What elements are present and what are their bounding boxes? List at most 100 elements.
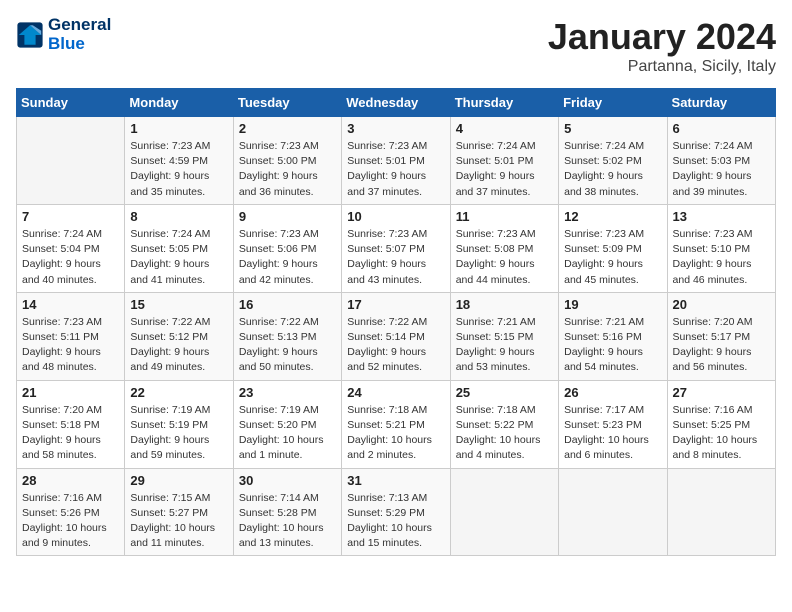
day-cell: 4 Sunrise: 7:24 AM Sunset: 5:01 PM Daylig…: [450, 117, 558, 205]
day-number: 31: [347, 473, 444, 488]
weekday-sunday: Sunday: [17, 89, 125, 117]
day-number: 24: [347, 385, 444, 400]
day-info: Sunrise: 7:15 AM Sunset: 5:27 PM Dayligh…: [130, 491, 227, 552]
title-block: January 2024 Partanna, Sicily, Italy: [548, 16, 776, 76]
day-info: Sunrise: 7:19 AM Sunset: 5:19 PM Dayligh…: [130, 403, 227, 464]
day-info: Sunrise: 7:22 AM Sunset: 5:12 PM Dayligh…: [130, 315, 227, 376]
day-cell: 21 Sunrise: 7:20 AM Sunset: 5:18 PM Dayli…: [17, 380, 125, 468]
day-cell: 14 Sunrise: 7:23 AM Sunset: 5:11 PM Dayli…: [17, 292, 125, 380]
weekday-header-row: SundayMondayTuesdayWednesdayThursdayFrid…: [17, 89, 776, 117]
day-info: Sunrise: 7:23 AM Sunset: 5:07 PM Dayligh…: [347, 227, 444, 288]
day-number: 8: [130, 209, 227, 224]
day-cell: 7 Sunrise: 7:24 AM Sunset: 5:04 PM Daylig…: [17, 204, 125, 292]
day-info: Sunrise: 7:21 AM Sunset: 5:15 PM Dayligh…: [456, 315, 553, 376]
day-number: 28: [22, 473, 119, 488]
day-number: 25: [456, 385, 553, 400]
calendar-table: SundayMondayTuesdayWednesdayThursdayFrid…: [16, 88, 776, 556]
day-cell: 2Sunrise: 7:23 AM Sunset: 5:00 PM Daylig…: [233, 117, 341, 205]
day-cell: 11Sunrise: 7:23 AM Sunset: 5:08 PM Dayli…: [450, 204, 558, 292]
day-cell: 13 Sunrise: 7:23 AM Sunset: 5:10 PM Dayli…: [667, 204, 775, 292]
day-number: 23: [239, 385, 336, 400]
day-cell: [17, 117, 125, 205]
day-info: Sunrise: 7:18 AM Sunset: 5:21 PM Dayligh…: [347, 403, 444, 464]
day-info: Sunrise: 7:23 AM Sunset: 5:10 PM Dayligh…: [673, 227, 770, 288]
day-info: Sunrise: 7:23 AM Sunset: 4:59 PM Dayligh…: [130, 139, 227, 200]
day-cell: 12 Sunrise: 7:23 AM Sunset: 5:09 PM Dayli…: [559, 204, 667, 292]
day-info: Sunrise: 7:18 AM Sunset: 5:22 PM Dayligh…: [456, 403, 553, 464]
day-number: 30: [239, 473, 336, 488]
day-cell: 22 Sunrise: 7:19 AM Sunset: 5:19 PM Dayli…: [125, 380, 233, 468]
day-info: Sunrise: 7:17 AM Sunset: 5:23 PM Dayligh…: [564, 403, 661, 464]
day-cell: 29 Sunrise: 7:15 AM Sunset: 5:27 PM Dayli…: [125, 468, 233, 556]
day-cell: 17 Sunrise: 7:22 AM Sunset: 5:14 PM Dayli…: [342, 292, 450, 380]
day-cell: 16 Sunrise: 7:22 AM Sunset: 5:13 PM Dayli…: [233, 292, 341, 380]
day-number: 26: [564, 385, 661, 400]
day-cell: 25 Sunrise: 7:18 AM Sunset: 5:22 PM Dayli…: [450, 380, 558, 468]
day-number: 9: [239, 209, 336, 224]
day-info: Sunrise: 7:24 AM Sunset: 5:05 PM Dayligh…: [130, 227, 227, 288]
weekday-saturday: Saturday: [667, 89, 775, 117]
day-info: Sunrise: 7:23 AM Sunset: 5:08 PM Dayligh…: [456, 227, 553, 288]
day-info: Sunrise: 7:13 AM Sunset: 5:29 PM Dayligh…: [347, 491, 444, 552]
weekday-tuesday: Tuesday: [233, 89, 341, 117]
weekday-monday: Monday: [125, 89, 233, 117]
day-info: Sunrise: 7:24 AM Sunset: 5:01 PM Dayligh…: [456, 139, 553, 200]
day-info: Sunrise: 7:14 AM Sunset: 5:28 PM Dayligh…: [239, 491, 336, 552]
day-number: 19: [564, 297, 661, 312]
day-number: 29: [130, 473, 227, 488]
day-info: Sunrise: 7:24 AM Sunset: 5:04 PM Dayligh…: [22, 227, 119, 288]
day-cell: 26 Sunrise: 7:17 AM Sunset: 5:23 PM Dayli…: [559, 380, 667, 468]
day-number: 15: [130, 297, 227, 312]
day-cell: 15 Sunrise: 7:22 AM Sunset: 5:12 PM Dayli…: [125, 292, 233, 380]
day-number: 21: [22, 385, 119, 400]
day-number: 4: [456, 121, 553, 136]
day-info: Sunrise: 7:21 AM Sunset: 5:16 PM Dayligh…: [564, 315, 661, 376]
day-info: Sunrise: 7:24 AM Sunset: 5:02 PM Dayligh…: [564, 139, 661, 200]
day-info: Sunrise: 7:22 AM Sunset: 5:13 PM Dayligh…: [239, 315, 336, 376]
day-info: Sunrise: 7:23 AM Sunset: 5:09 PM Dayligh…: [564, 227, 661, 288]
day-cell: 31 Sunrise: 7:13 AM Sunset: 5:29 PM Dayli…: [342, 468, 450, 556]
day-info: Sunrise: 7:16 AM Sunset: 5:25 PM Dayligh…: [673, 403, 770, 464]
day-number: 20: [673, 297, 770, 312]
day-info: Sunrise: 7:22 AM Sunset: 5:14 PM Dayligh…: [347, 315, 444, 376]
week-row-3: 14 Sunrise: 7:23 AM Sunset: 5:11 PM Dayli…: [17, 292, 776, 380]
logo-icon: [16, 21, 44, 49]
weekday-thursday: Thursday: [450, 89, 558, 117]
day-cell: 23 Sunrise: 7:19 AM Sunset: 5:20 PM Dayli…: [233, 380, 341, 468]
day-number: 16: [239, 297, 336, 312]
day-cell: 18Sunrise: 7:21 AM Sunset: 5:15 PM Dayli…: [450, 292, 558, 380]
day-info: Sunrise: 7:23 AM Sunset: 5:00 PM Dayligh…: [239, 139, 336, 200]
day-cell: [559, 468, 667, 556]
day-info: Sunrise: 7:16 AM Sunset: 5:26 PM Dayligh…: [22, 491, 119, 552]
day-number: 1: [130, 121, 227, 136]
day-number: 14: [22, 297, 119, 312]
day-number: 12: [564, 209, 661, 224]
day-cell: 28 Sunrise: 7:16 AM Sunset: 5:26 PM Dayli…: [17, 468, 125, 556]
day-number: 13: [673, 209, 770, 224]
day-cell: 9 Sunrise: 7:23 AM Sunset: 5:06 PM Daylig…: [233, 204, 341, 292]
day-info: Sunrise: 7:23 AM Sunset: 5:06 PM Dayligh…: [239, 227, 336, 288]
day-number: 27: [673, 385, 770, 400]
day-info: Sunrise: 7:20 AM Sunset: 5:18 PM Dayligh…: [22, 403, 119, 464]
day-cell: [450, 468, 558, 556]
day-cell: 6Sunrise: 7:24 AM Sunset: 5:03 PM Daylig…: [667, 117, 775, 205]
day-info: Sunrise: 7:23 AM Sunset: 5:01 PM Dayligh…: [347, 139, 444, 200]
week-row-4: 21 Sunrise: 7:20 AM Sunset: 5:18 PM Dayli…: [17, 380, 776, 468]
day-info: Sunrise: 7:20 AM Sunset: 5:17 PM Dayligh…: [673, 315, 770, 376]
day-cell: [667, 468, 775, 556]
day-number: 22: [130, 385, 227, 400]
day-info: Sunrise: 7:24 AM Sunset: 5:03 PM Dayligh…: [673, 139, 770, 200]
day-number: 3: [347, 121, 444, 136]
month-title: January 2024: [548, 16, 776, 58]
day-info: Sunrise: 7:23 AM Sunset: 5:11 PM Dayligh…: [22, 315, 119, 376]
day-info: Sunrise: 7:19 AM Sunset: 5:20 PM Dayligh…: [239, 403, 336, 464]
calendar-body: 1 Sunrise: 7:23 AM Sunset: 4:59 PM Daylig…: [17, 117, 776, 556]
day-number: 17: [347, 297, 444, 312]
day-cell: 27 Sunrise: 7:16 AM Sunset: 5:25 PM Dayli…: [667, 380, 775, 468]
weekday-wednesday: Wednesday: [342, 89, 450, 117]
day-cell: 10 Sunrise: 7:23 AM Sunset: 5:07 PM Dayli…: [342, 204, 450, 292]
day-number: 7: [22, 209, 119, 224]
day-number: 10: [347, 209, 444, 224]
logo-text: General Blue: [48, 16, 111, 53]
week-row-5: 28 Sunrise: 7:16 AM Sunset: 5:26 PM Dayli…: [17, 468, 776, 556]
